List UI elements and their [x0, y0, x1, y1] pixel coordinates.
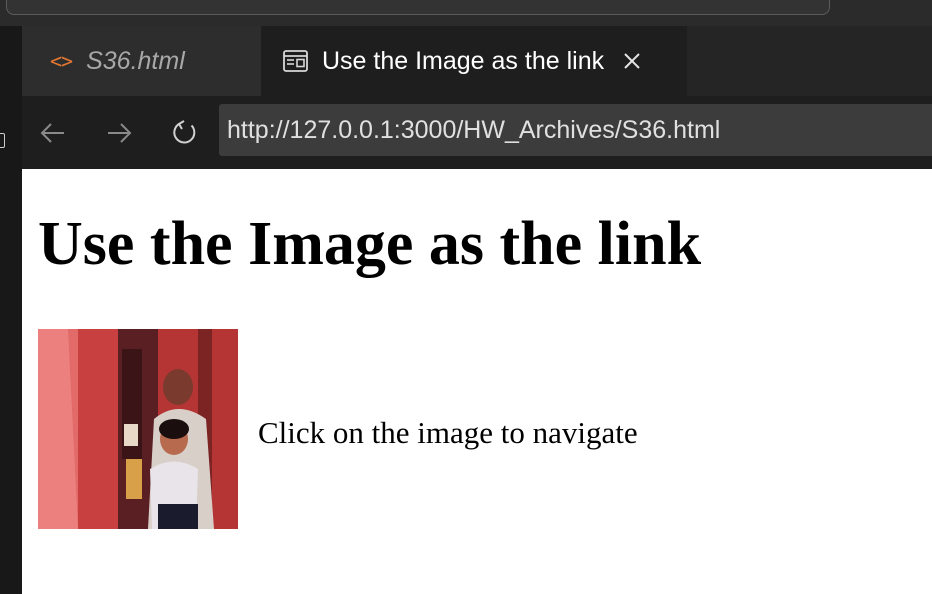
tab-s36-html[interactable]: <> S36.html: [22, 26, 261, 96]
webview-content: Use the Image as the link Click on the i…: [22, 169, 932, 594]
browser-toolbar: [22, 96, 932, 169]
command-center-text: [297, 0, 557, 1]
panel-icon[interactable]: [0, 133, 5, 148]
tab-preview[interactable]: Use the Image as the link: [261, 26, 687, 96]
preview-icon: [283, 50, 308, 72]
reload-icon: [173, 120, 196, 144]
image-link[interactable]: [38, 329, 238, 529]
caption-text: Click on the image to navigate: [258, 415, 638, 450]
tab-label: S36.html: [86, 46, 185, 75]
forward-button[interactable]: [102, 116, 136, 150]
close-icon[interactable]: [622, 51, 642, 71]
title-bar: [0, 0, 932, 26]
activity-bar: [0, 26, 23, 594]
tab-label: Use the Image as the link: [322, 46, 605, 75]
back-button[interactable]: [36, 116, 70, 150]
vscode-window: <> S36.html Use the Image as the link ht…: [0, 0, 932, 594]
reload-button[interactable]: [168, 116, 202, 150]
command-center-search[interactable]: [6, 0, 830, 15]
editor-tab-bar: <> S36.html Use the Image as the link: [22, 26, 932, 96]
arrow-left-icon: [40, 123, 64, 143]
page-heading: Use the Image as the link: [38, 210, 702, 278]
arrow-right-icon: [108, 123, 132, 143]
url-field[interactable]: [219, 104, 932, 156]
code-icon: <>: [50, 49, 73, 73]
photo-image: [38, 329, 238, 529]
